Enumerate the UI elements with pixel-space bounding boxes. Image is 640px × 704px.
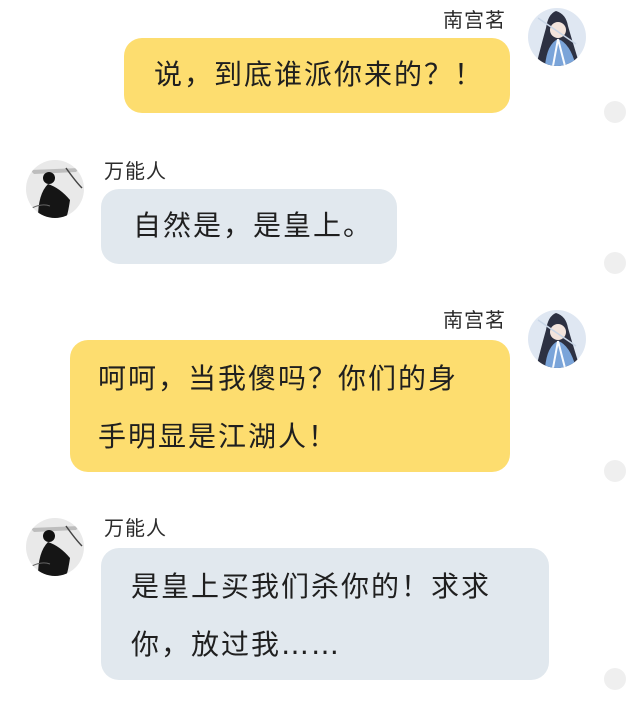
swordsman-avatar-icon[interactable] xyxy=(528,8,586,66)
status-dot-icon xyxy=(604,252,626,274)
message-line: 是皇上买我们杀你的！求求 xyxy=(131,570,492,603)
ink-figure-avatar-icon[interactable] xyxy=(26,518,84,576)
sender-name-wannengren: 万能人 xyxy=(104,516,167,540)
message-bubble-left: 自然是，是皇上。 xyxy=(101,189,397,264)
message-bubble-right: 呵呵，当我傻吗？你们的身 手明显是江湖人！ xyxy=(70,340,510,472)
sender-name-nangongming: 南宫茗 xyxy=(443,308,506,332)
message-bubble-left: 是皇上买我们杀你的！求求 你，放过我…… xyxy=(101,548,549,680)
swordsman-avatar-icon[interactable] xyxy=(528,310,586,368)
ink-figure-avatar-icon[interactable] xyxy=(26,160,84,218)
message-line: 手明显是江湖人！ xyxy=(98,420,339,453)
status-dot-icon xyxy=(604,101,626,123)
message-bubble-right: 说，到底谁派你来的？！ xyxy=(124,38,510,113)
status-dot-icon xyxy=(604,460,626,482)
message-line: 自然是，是皇上。 xyxy=(133,209,374,242)
sender-name-nangongming: 南宫茗 xyxy=(443,8,506,32)
sender-name-wannengren: 万能人 xyxy=(104,159,167,183)
message-line: 呵呵，当我傻吗？你们的身 xyxy=(98,362,459,395)
message-line: 你，放过我…… xyxy=(131,628,342,661)
message-line: 说，到底谁派你来的？！ xyxy=(154,58,485,91)
status-dot-icon xyxy=(604,668,626,690)
